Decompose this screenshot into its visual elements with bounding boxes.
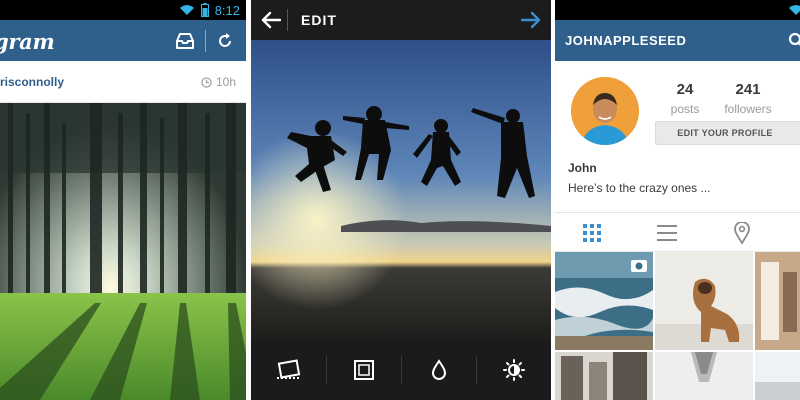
next-arrow-icon[interactable] [521,11,541,29]
clock-icon [201,76,212,88]
app-bar-divider [205,30,206,52]
feed-app-bar: gram [0,20,246,61]
avatar-portrait [571,77,639,145]
edit-tools-bar [251,340,551,400]
lux-tool[interactable] [476,340,551,400]
stat-followers-count: 241 [735,81,761,98]
stat-posts-label: posts [670,102,700,116]
edit-profile-button[interactable]: EDIT YOUR PROFILE [655,121,800,145]
tab-grid-view[interactable] [572,213,612,253]
stat-followers-label: followers [724,102,772,116]
back-arrow-icon[interactable] [261,11,281,29]
app-logo: gram [0,29,55,54]
edit-app-bar: EDIT [251,0,551,40]
post-username[interactable]: risconnolly [0,75,64,89]
profile-app-bar: JOHNAPPLESEED [555,20,800,61]
status-bar-profile [555,0,800,20]
grid-photo-sky[interactable] [755,352,800,400]
list-icon [657,225,677,241]
wifi-icon [789,5,800,15]
profile-bio: Here’s to the crazy ones ... [568,181,711,195]
edit-screen: EDIT [251,0,551,400]
tab-map-view[interactable] [722,213,762,253]
search-icon[interactable] [788,32,800,50]
grid-photo-interior[interactable] [755,252,800,350]
grid-photo-skyscraper[interactable] [655,352,753,400]
border-frame-icon [353,360,374,380]
feed-screen: 8:12 gram risconnolly 10h [0,0,246,400]
app-showcase: 8:12 gram risconnolly 10h EDIT JOHNAPPLE… [0,0,800,400]
stat-followers[interactable]: 241 followers [718,81,778,116]
crop-icon [276,359,301,379]
profile-view-tabs [555,212,800,252]
post-photo-forest[interactable] [0,103,246,400]
camera-icon [631,260,647,272]
grid-photo-waves[interactable] [555,252,653,350]
post-time: 10h [201,75,236,89]
profile-header: 24 posts 241 followers fo EDIT YOUR PROF… [555,61,800,211]
photo-grid [555,252,800,400]
grid-photo-dog[interactable] [655,252,753,350]
stat-posts-count: 24 [676,81,694,98]
status-bar: 8:12 [0,0,246,20]
tab-list-view[interactable] [647,213,687,253]
drop-icon [431,359,446,380]
post-time-text: 10h [215,75,236,89]
clock: 8:12 [214,2,240,18]
battery-icon [200,3,209,17]
edit-photo-jumpers[interactable] [251,40,551,340]
border-tool[interactable] [326,340,401,400]
crop-tool[interactable] [251,340,326,400]
edit-title: EDIT [301,12,337,28]
location-pin-icon [734,222,750,244]
stat-following[interactable]: fo [777,81,800,99]
stat-posts[interactable]: 24 posts [655,81,715,116]
inbox-icon[interactable] [175,32,195,50]
refresh-icon[interactable] [216,32,234,50]
brightness-icon [502,359,525,381]
wifi-icon [179,5,194,15]
post-header: risconnolly 10h [0,61,246,103]
stat-following-label: fo [777,85,800,99]
profile-username-title: JOHNAPPLESEED [565,33,687,48]
grid-icon [583,224,601,242]
tilt-shift-tool[interactable] [401,340,476,400]
edit-bar-divider [287,9,288,31]
profile-full-name: John [568,161,597,175]
avatar[interactable] [571,77,639,145]
profile-screen: JOHNAPPLESEED 24 posts 241 followers EDI… [555,0,800,400]
grid-photo-buildings[interactable] [555,352,653,400]
